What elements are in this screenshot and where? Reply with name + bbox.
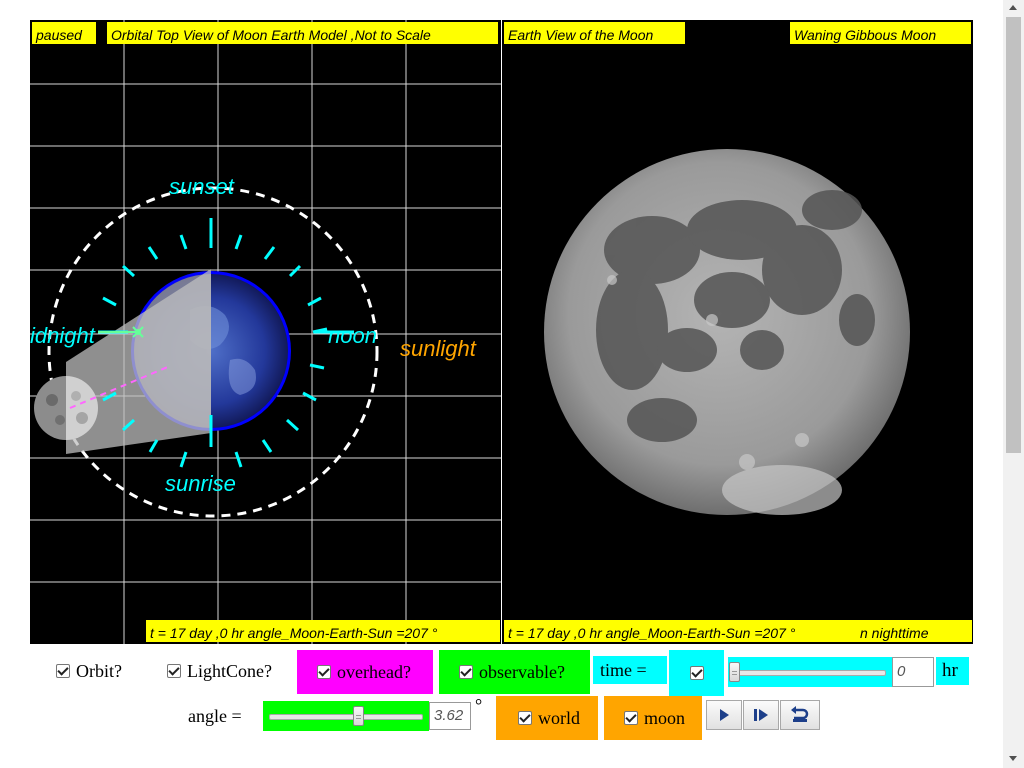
play-button[interactable] <box>706 700 742 730</box>
world-toggle[interactable]: world <box>496 696 598 740</box>
reset-button[interactable] <box>780 700 820 730</box>
angle-slider[interactable] <box>263 701 429 731</box>
scrollbar-thumb[interactable] <box>1006 17 1021 453</box>
label-sunlight: sunlight <box>400 336 476 361</box>
reset-icon <box>791 706 809 722</box>
left-panel-title: Orbital Top View of Moon Earth Model ,No… <box>107 22 498 44</box>
time-label: time = <box>593 656 667 684</box>
lightcone-label: LightCone? <box>187 660 272 681</box>
orbit-label: Orbit? <box>76 660 122 681</box>
angle-unit: ° <box>475 694 483 715</box>
right-panel-title: Earth View of the Moon <box>504 22 685 44</box>
right-panel-footer: t = 17 day ,0 hr angle_Moon-Earth-Sun =2… <box>504 620 856 642</box>
overhead-toggle[interactable]: overhead? <box>297 650 433 694</box>
label-sunrise: sunrise <box>165 471 236 496</box>
play-icon <box>720 709 729 721</box>
angle-value-field[interactable]: 3.62 <box>429 702 471 730</box>
left-panel-footer: t = 17 day ,0 hr angle_Moon-Earth-Sun =2… <box>146 620 500 642</box>
time-unit: hr <box>936 657 969 685</box>
orbit-toggle[interactable]: Orbit? <box>50 652 145 690</box>
moon-image <box>544 149 910 515</box>
time-value-field[interactable]: 0 <box>892 657 934 687</box>
label-noon: noon <box>328 323 377 348</box>
time-slider[interactable] <box>728 657 892 687</box>
lightcone-checkbox[interactable] <box>167 664 181 678</box>
orbit-checkbox[interactable] <box>56 664 70 678</box>
angle-slider-thumb[interactable] <box>352 706 364 726</box>
scroll-down-icon[interactable] <box>1009 756 1017 761</box>
step-forward-icon <box>754 709 768 721</box>
world-checkbox[interactable] <box>518 711 532 725</box>
overhead-checkbox[interactable] <box>317 665 331 679</box>
time-run-toggle[interactable] <box>669 650 724 696</box>
label-sunset: sunset <box>169 174 234 199</box>
overhead-label: overhead? <box>337 661 411 682</box>
angle-label: angle = <box>188 697 262 735</box>
scroll-up-icon[interactable] <box>1009 5 1017 10</box>
orbital-diagram <box>30 20 501 644</box>
label-midnight: idnight <box>30 323 95 348</box>
moon-toggle[interactable]: moon <box>604 696 702 740</box>
moon-phase-label: Waning Gibbous Moon <box>790 22 971 44</box>
nighttime-label: n nighttime <box>856 620 972 642</box>
orbital-top-view-panel[interactable]: sunset sunrise idnight noon sunlight <box>30 20 501 644</box>
moon-label: moon <box>644 707 686 728</box>
time-slider-thumb[interactable] <box>729 662 740 682</box>
observable-toggle[interactable]: observable? <box>439 650 590 694</box>
page-scrollbar[interactable] <box>1003 0 1024 768</box>
observable-checkbox[interactable] <box>459 665 473 679</box>
time-run-checkbox[interactable] <box>690 666 704 680</box>
moon-checkbox[interactable] <box>624 711 638 725</box>
observable-label: observable? <box>479 661 565 682</box>
world-label: world <box>538 707 580 728</box>
earth-view-panel <box>502 20 973 644</box>
step-forward-button[interactable] <box>743 700 779 730</box>
status-label: paused <box>32 22 96 44</box>
lightcone-toggle[interactable]: LightCone? <box>147 652 295 690</box>
